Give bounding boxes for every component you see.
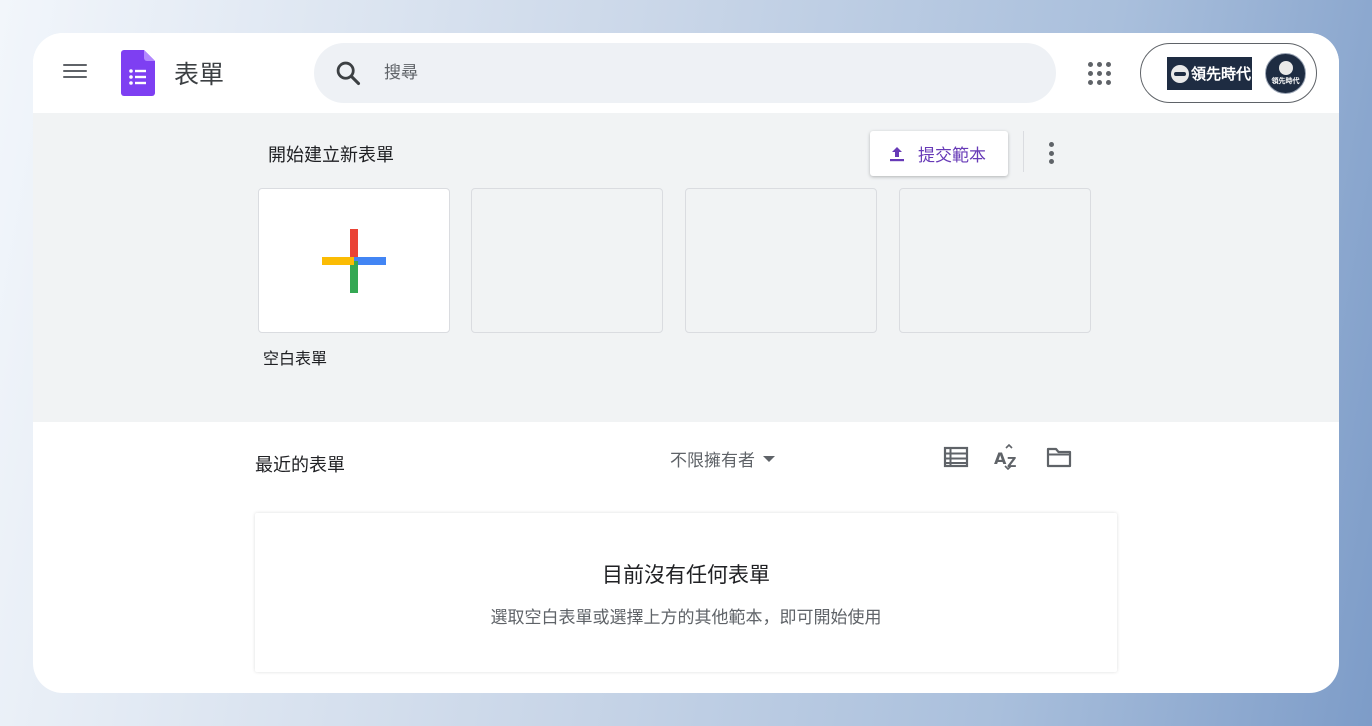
brand-text: 領先時代 xyxy=(1191,65,1252,83)
template-card-placeholder[interactable] xyxy=(471,188,663,333)
empty-state-subtitle: 選取空白表單或選擇上方的其他範本，即可開始使用 xyxy=(490,608,882,628)
more-options-button[interactable] xyxy=(1044,140,1058,166)
top-bar: 表單 領先時代 領先時代 xyxy=(33,33,1339,113)
google-forms-logo-icon[interactable] xyxy=(121,50,155,96)
google-apps-button[interactable] xyxy=(1088,62,1112,86)
submit-template-label: 提交範本 xyxy=(918,146,986,166)
avatar[interactable]: 領先時代 xyxy=(1265,53,1306,94)
app-window: 表單 領先時代 領先時代 開始建立新表單 xyxy=(33,33,1339,693)
submit-template-button[interactable]: 提交範本 xyxy=(870,131,1008,176)
list-view-icon[interactable] xyxy=(943,444,969,470)
sort-az-icon[interactable]: A Z xyxy=(994,444,1020,470)
apps-grid-icon xyxy=(1088,62,1093,67)
blank-form-card[interactable] xyxy=(258,188,450,333)
template-gallery: 開始建立新表單 提交範本 空白表單 xyxy=(33,113,1339,422)
search-icon[interactable] xyxy=(334,59,362,87)
avatar-text: 領先時代 xyxy=(1271,77,1300,85)
app-title[interactable]: 表單 xyxy=(174,55,224,91)
mascot-icon xyxy=(1171,64,1189,83)
brand-logo: 領先時代 xyxy=(1167,57,1252,90)
svg-text:A: A xyxy=(994,449,1007,468)
upload-icon xyxy=(890,146,904,161)
empty-state-card: 目前沒有任何表單 選取空白表單或選擇上方的其他範本，即可開始使用 xyxy=(255,513,1117,672)
avatar-mascot-icon xyxy=(1278,61,1293,75)
toolbar-divider xyxy=(1023,131,1024,172)
folder-icon[interactable] xyxy=(1046,444,1072,470)
more-vert-icon xyxy=(1048,142,1054,147)
start-new-form-heading: 開始建立新表單 xyxy=(268,145,394,166)
main-menu-button[interactable] xyxy=(63,60,89,86)
blank-form-label[interactable]: 空白表單 xyxy=(263,345,327,369)
dropdown-arrow-icon xyxy=(763,455,775,462)
empty-state-title: 目前沒有任何表單 xyxy=(602,563,770,587)
template-card-placeholder[interactable] xyxy=(899,188,1091,333)
template-card-placeholder[interactable] xyxy=(685,188,877,333)
hamburger-icon xyxy=(63,63,87,66)
search-input[interactable] xyxy=(384,57,1024,89)
recent-forms-heading: 最近的表單 xyxy=(255,455,345,476)
plus-icon xyxy=(322,229,386,293)
owner-filter-dropdown[interactable]: 不限擁有者 xyxy=(670,446,775,471)
account-switcher[interactable]: 領先時代 領先時代 xyxy=(1140,43,1317,103)
owner-filter-label: 不限擁有者 xyxy=(670,451,755,471)
search-bar[interactable] xyxy=(314,43,1056,103)
